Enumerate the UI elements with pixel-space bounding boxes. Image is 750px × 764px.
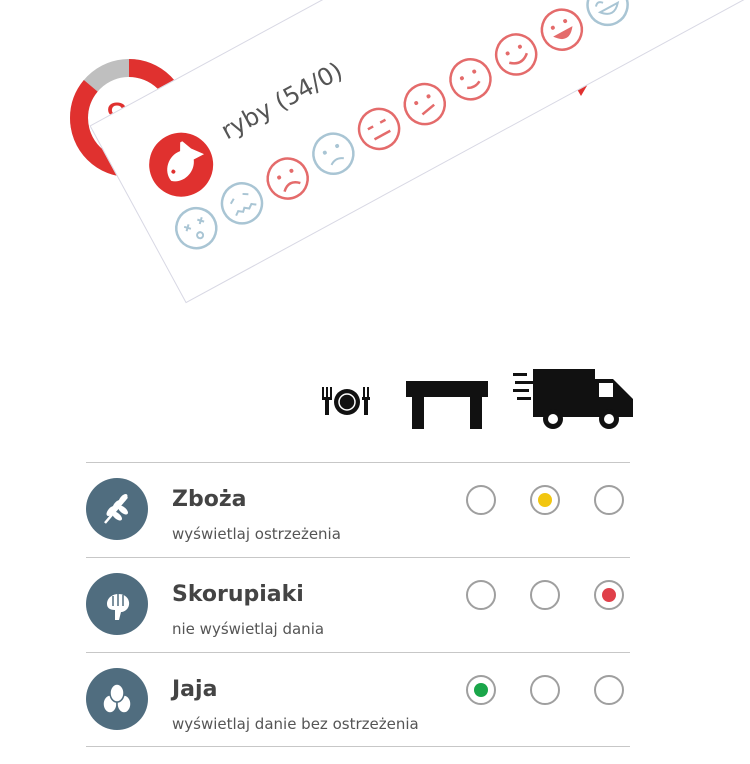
allergen-subtitle: wyświetlaj ostrzeżenia — [172, 525, 341, 543]
allergen-subtitle: wyświetlaj danie bez ostrzeżenia — [172, 715, 419, 733]
shrimp-icon — [86, 573, 148, 635]
allergen-row-skorupiaki: Skorupiaki nie wyświetlaj dania — [86, 557, 630, 652]
option-warn[interactable] — [530, 580, 560, 610]
option-show[interactable] — [466, 580, 496, 610]
option-hide[interactable] — [594, 580, 624, 610]
option-hide[interactable] — [594, 675, 624, 705]
table-icon[interactable] — [406, 375, 488, 431]
service-icons — [320, 365, 650, 435]
allergen-subtitle: nie wyświetlaj dania — [172, 620, 325, 638]
delivery-truck-icon[interactable] — [513, 365, 637, 431]
rating-scale-card: ryby (54/0) — [89, 0, 750, 313]
option-show[interactable] — [466, 675, 496, 705]
grain-icon — [86, 478, 148, 540]
option-hide[interactable] — [594, 485, 624, 515]
dine-in-icon[interactable] — [320, 381, 374, 421]
allergen-title: Skorupiaki — [172, 582, 304, 607]
allergen-options — [466, 580, 624, 610]
option-warn[interactable] — [530, 675, 560, 705]
allergen-title: Jaja — [172, 677, 218, 702]
option-warn[interactable] — [530, 485, 560, 515]
allergen-options — [466, 675, 624, 705]
eggs-icon — [86, 668, 148, 730]
allergen-list: Zboża wyświetlaj ostrzeżenia Skorupiaki … — [86, 462, 630, 747]
allergen-row-jaja: Jaja wyświetlaj danie bez ostrzeżenia — [86, 652, 630, 747]
allergen-row-zboza: Zboża wyświetlaj ostrzeżenia — [86, 462, 630, 557]
allergen-options — [466, 485, 624, 515]
allergen-title: Zboża — [172, 487, 247, 512]
option-show[interactable] — [466, 485, 496, 515]
